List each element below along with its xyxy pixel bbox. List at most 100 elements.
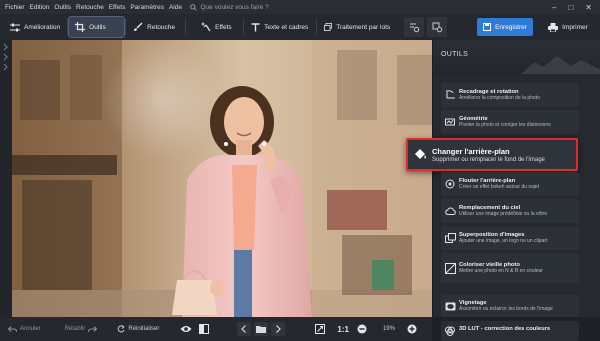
undo-icon bbox=[8, 325, 17, 332]
presets-button[interactable] bbox=[427, 17, 448, 37]
toolbar-divider bbox=[125, 19, 127, 35]
search-box[interactable]: Que voulez vous faire ? bbox=[190, 3, 269, 11]
tab-traitement-lots[interactable]: Traitement par lots bbox=[318, 17, 396, 37]
open-folder-button[interactable] bbox=[254, 322, 269, 336]
menu-aide[interactable]: Aide bbox=[166, 4, 184, 11]
reset-icon bbox=[118, 325, 125, 333]
photo-canvas[interactable] bbox=[12, 40, 432, 317]
eye-icon bbox=[180, 326, 192, 332]
close-icon[interactable]: ✕ bbox=[585, 3, 592, 12]
tool-desc: Améliorer la composition de la photo bbox=[459, 95, 540, 102]
mountain-silhouette-icon bbox=[521, 56, 600, 74]
toolbar-divider bbox=[67, 19, 69, 35]
sliders-icon bbox=[10, 23, 20, 31]
menu-edition[interactable]: Edition bbox=[27, 4, 52, 11]
next-image-button[interactable] bbox=[271, 322, 286, 336]
menu-parametres[interactable]: Paramètres bbox=[128, 4, 167, 11]
lut-icon bbox=[445, 326, 455, 336]
menu-retouche[interactable]: Retouche bbox=[74, 4, 107, 11]
maximize-icon[interactable]: □ bbox=[568, 3, 573, 12]
tool-coloriser-vieille-photo[interactable]: Coloriser vieille photo Mettre une photo … bbox=[441, 253, 579, 283]
tool-desc: Utiliser une image prédéfinie ou la vôtr… bbox=[459, 211, 548, 218]
search-icon bbox=[190, 3, 198, 11]
menu-outils[interactable]: Outils bbox=[52, 4, 74, 11]
brush-icon bbox=[134, 22, 143, 31]
zoom-out-icon bbox=[357, 324, 367, 334]
minimize-icon[interactable]: – bbox=[552, 3, 556, 12]
menu-fichier[interactable]: Fichier bbox=[0, 4, 27, 11]
tab-label: Outils bbox=[89, 23, 106, 31]
tool-title: Coloriser vieille photo bbox=[459, 261, 520, 268]
undo-label: Annuler bbox=[20, 326, 41, 332]
settings-sliders-button[interactable] bbox=[404, 17, 425, 37]
tool-remplacement-ciel[interactable]: Remplacement du ciel Utiliser une image p… bbox=[441, 199, 579, 223]
search-input[interactable]: Que voulez vous faire ? bbox=[200, 4, 268, 11]
tool-superposition-images[interactable]: Superposition d'images Ajouter une image,… bbox=[441, 226, 579, 250]
fit-screen-button[interactable] bbox=[313, 322, 327, 336]
tool-desc: Assombrir ou éclaircir les bords de l'im… bbox=[459, 306, 553, 313]
menu-bar: Fichier Edition Outils Retouche Effets P… bbox=[0, 0, 600, 14]
tab-label: Retouche bbox=[147, 23, 175, 31]
left-edge-strip bbox=[0, 40, 12, 317]
tool-desc: Ajouter une image, un logo ou un clipart bbox=[459, 238, 548, 245]
floppy-disk-icon bbox=[483, 23, 492, 31]
blur-icon bbox=[445, 179, 455, 189]
tool-title: 3D LUT - correction des couleurs bbox=[459, 326, 551, 332]
gear-sliders-icon bbox=[409, 23, 419, 32]
redo-button[interactable]: Rétablir bbox=[59, 325, 104, 333]
redo-icon bbox=[88, 325, 98, 332]
actual-size-button[interactable]: 1:1 bbox=[331, 325, 355, 334]
sparkle-icon bbox=[201, 22, 211, 32]
tool-title: Flouter l'arrière-plan bbox=[459, 177, 516, 184]
crop-rotate-icon bbox=[446, 90, 455, 99]
toolbar-divider bbox=[316, 19, 318, 35]
redo-label: Rétablir bbox=[64, 326, 86, 332]
undo-button[interactable]: Annuler bbox=[0, 325, 47, 333]
vignette-icon bbox=[445, 302, 455, 310]
tab-texte-cadres[interactable]: Texte et cadres bbox=[245, 17, 315, 37]
tool-title: Recadrage et rotation bbox=[459, 88, 519, 95]
tool-changer-arriere-plan[interactable]: Changer l'arrière-plan Supprimer ou rempl… bbox=[406, 138, 578, 171]
tool-desc: Mettre une photo en N & B en couleur bbox=[459, 268, 543, 275]
tool-desc: Créer un effet bokeh autour du sujet bbox=[459, 184, 539, 191]
tool-recadrage-rotation[interactable]: Recadrage et rotation Améliorer la compos… bbox=[441, 83, 579, 107]
compare-button[interactable] bbox=[197, 322, 211, 336]
zoom-out-button[interactable] bbox=[355, 322, 369, 336]
panel-header: OUTILS bbox=[433, 40, 600, 74]
prev-image-button[interactable] bbox=[237, 322, 252, 336]
tool-vignetage[interactable]: Vignetage Assombrir ou éclaircir les bord… bbox=[441, 295, 579, 317]
tab-label: Effets bbox=[215, 23, 232, 31]
menu-effets[interactable]: Effets bbox=[106, 4, 128, 11]
text-icon bbox=[251, 22, 260, 31]
tool-title: Remplacement du ciel bbox=[459, 204, 521, 211]
canvas-area bbox=[0, 40, 432, 317]
batch-icon bbox=[324, 22, 333, 32]
preview-eye-button[interactable] bbox=[179, 322, 193, 336]
printer-icon bbox=[548, 22, 559, 32]
print-button[interactable]: Imprimer bbox=[540, 18, 596, 36]
save-label: Enregistrer bbox=[495, 23, 527, 31]
tool-flouter-arriere-plan[interactable]: Flouter l'arrière-plan Créer un effet bok… bbox=[441, 172, 579, 196]
zoom-in-button[interactable] bbox=[405, 322, 419, 336]
tool-title: Superposition d'images bbox=[459, 231, 525, 238]
crop-icon bbox=[75, 22, 86, 32]
save-button[interactable]: Enregistrer bbox=[477, 18, 533, 36]
fit-screen-icon bbox=[315, 324, 326, 334]
tab-label: Texte et cadres bbox=[264, 23, 309, 31]
overlay-icon bbox=[444, 233, 456, 243]
tab-outils[interactable]: Outils bbox=[68, 16, 126, 38]
tab-retouche[interactable]: Retouche bbox=[127, 17, 184, 37]
chevron-right-icon bbox=[276, 325, 282, 333]
tool-title: Vignetage bbox=[459, 299, 487, 306]
woman-portrait-photo bbox=[12, 40, 432, 317]
geometry-icon bbox=[445, 118, 455, 126]
chevron-left-icon bbox=[241, 325, 247, 333]
tab-amelioration[interactable]: Amélioration bbox=[4, 17, 66, 37]
zoom-in-icon bbox=[407, 324, 417, 334]
tool-3d-lut[interactable]: 3D LUT - correction des couleurs bbox=[441, 321, 579, 341]
tab-label: Traitement par lots bbox=[336, 23, 391, 31]
reset-button[interactable]: Réinitialiser bbox=[111, 325, 165, 333]
collapse-arrows-icon[interactable] bbox=[0, 40, 12, 80]
tool-geometrie[interactable]: Géométrie Pivoter la photo et corriger le… bbox=[441, 110, 579, 134]
tab-effets[interactable]: Effets bbox=[187, 17, 242, 37]
